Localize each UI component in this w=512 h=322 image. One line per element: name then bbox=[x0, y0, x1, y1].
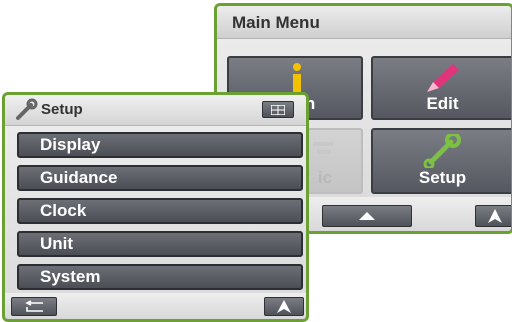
scroll-up-button[interactable] bbox=[322, 205, 412, 227]
setup-footer bbox=[5, 293, 306, 319]
triangle-up-icon bbox=[359, 212, 375, 220]
wrench-icon bbox=[423, 134, 461, 168]
menu-item-clock[interactable]: Clock bbox=[17, 198, 303, 224]
main-menu-title: Main Menu bbox=[232, 13, 320, 32]
setup-tile-label: Setup bbox=[418, 168, 467, 187]
info-icon bbox=[293, 63, 301, 92]
traffic-icon bbox=[313, 142, 333, 154]
navigation-button[interactable] bbox=[264, 297, 304, 316]
navigation-button[interactable] bbox=[475, 205, 511, 227]
grid-view-button[interactable] bbox=[262, 101, 294, 118]
grid-icon bbox=[271, 105, 285, 115]
main-menu-header: Main Menu bbox=[217, 6, 511, 39]
menu-item-guidance[interactable]: Guidance bbox=[17, 165, 303, 191]
navigation-arrow-icon bbox=[277, 300, 291, 313]
edit-tile[interactable]: Edit bbox=[371, 56, 511, 120]
back-arrow-icon bbox=[25, 300, 43, 312]
pencil-icon bbox=[427, 64, 459, 92]
menu-item-display[interactable]: Display bbox=[17, 132, 303, 158]
setup-panel: Setup Display Guidance Clock Unit System bbox=[2, 92, 309, 322]
setup-tile[interactable]: Setup bbox=[371, 128, 511, 194]
edit-tile-label: Edit bbox=[426, 94, 459, 113]
back-button[interactable] bbox=[11, 297, 57, 316]
menu-item-unit[interactable]: Unit bbox=[17, 231, 303, 257]
setup-header: Setup bbox=[5, 95, 306, 126]
navigation-arrow-icon bbox=[488, 209, 502, 223]
setup-title: Setup bbox=[41, 101, 83, 118]
menu-item-system[interactable]: System bbox=[17, 264, 303, 290]
wrench-icon bbox=[16, 98, 38, 120]
